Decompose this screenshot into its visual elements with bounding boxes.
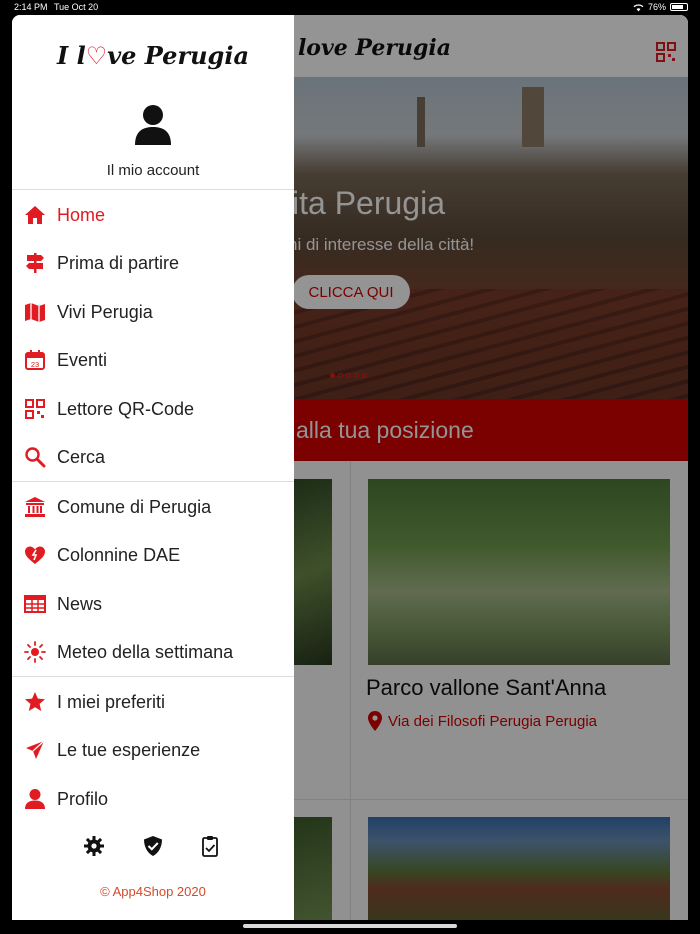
menu-item-esperienze[interactable]: Le tue esperienze <box>12 728 294 772</box>
menu-item-prima-di-partire[interactable]: Prima di partire <box>12 241 294 285</box>
menu-item-label: Lettore QR-Code <box>57 398 195 419</box>
drawer-footer-icons <box>12 835 294 859</box>
menu-item-label: Vivi Perugia <box>57 301 153 322</box>
home-icon <box>24 204 46 226</box>
newspaper-icon <box>24 593 46 615</box>
wifi-icon <box>633 3 644 11</box>
svg-text:23: 23 <box>31 360 39 369</box>
menu-item-label: Home <box>57 204 106 225</box>
gear-icon[interactable] <box>83 835 105 857</box>
menu-item-label: Meteo della settimana <box>57 641 234 662</box>
institution-icon <box>24 496 46 518</box>
drawer-divider <box>12 481 294 482</box>
menu-item-label: Profilo <box>57 788 109 809</box>
star-icon <box>24 691 46 713</box>
menu-item-label: Colonnine DAE <box>57 544 181 565</box>
copyright-text: © App4Shop 2020 <box>100 884 206 899</box>
avatar-icon[interactable] <box>133 103 173 145</box>
menu-item-label: Le tue esperienze <box>57 739 201 760</box>
search-icon <box>24 446 46 468</box>
status-right: 76% <box>633 2 688 12</box>
menu-item-qr-code[interactable]: Lettore QR-Code <box>12 387 294 431</box>
menu-item-label: I miei preferiti <box>57 691 166 712</box>
sun-icon <box>24 641 46 663</box>
navigation-drawer: I l♡ve Perugia Il mio account Home Prima… <box>12 15 294 920</box>
menu-item-label: Comune di Perugia <box>57 496 212 517</box>
status-date: Tue Oct 20 <box>54 2 99 12</box>
menu-item-cerca[interactable]: Cerca <box>12 435 294 479</box>
battery-icon <box>670 3 688 11</box>
account-label[interactable]: Il mio account <box>12 162 294 179</box>
drawer-divider <box>12 189 294 190</box>
drawer-logo: I l♡ve Perugia <box>12 41 294 70</box>
menu-item-news[interactable]: News <box>12 582 294 626</box>
menu-item-eventi[interactable]: 23 Eventi <box>12 338 294 382</box>
menu-item-home[interactable]: Home <box>12 193 294 237</box>
screen: 2:14 PM Tue Oct 20 76% I love Perugia it… <box>0 0 700 934</box>
signpost-icon <box>24 252 46 274</box>
heart-pulse-icon <box>24 544 46 566</box>
shield-check-icon[interactable] <box>142 835 164 857</box>
status-time: 2:14 PM <box>14 2 48 12</box>
menu-item-label: Eventi <box>57 349 108 370</box>
menu-item-vivi-perugia[interactable]: Vivi Perugia <box>12 290 294 334</box>
drawer-divider <box>12 676 294 677</box>
map-icon <box>24 301 46 323</box>
home-indicator[interactable] <box>243 924 457 928</box>
menu-item-preferiti[interactable]: I miei preferiti <box>12 680 294 724</box>
qr-code-icon <box>24 398 46 420</box>
menu-item-label: News <box>57 593 103 614</box>
drawer-logo-post: ve Perugia <box>107 41 249 70</box>
menu-item-meteo[interactable]: Meteo della settimana <box>12 630 294 674</box>
menu-item-comune[interactable]: Comune di Perugia <box>12 485 294 529</box>
drawer-logo-pre: I l <box>56 41 86 70</box>
clipboard-check-icon[interactable] <box>199 835 221 857</box>
paper-plane-icon <box>24 739 46 761</box>
calendar-icon: 23 <box>24 349 46 371</box>
battery-percent: 76% <box>647 2 666 12</box>
heart-logo-icon: ♡ <box>85 41 108 70</box>
menu-item-label: Prima di partire <box>57 252 180 273</box>
menu-item-colonnine-dae[interactable]: Colonnine DAE <box>12 533 294 577</box>
status-bar: 2:14 PM Tue Oct 20 76% <box>0 0 700 15</box>
menu-item-label: Cerca <box>57 446 106 467</box>
user-icon <box>24 788 46 810</box>
menu-item-profilo[interactable]: Profilo <box>12 777 294 821</box>
